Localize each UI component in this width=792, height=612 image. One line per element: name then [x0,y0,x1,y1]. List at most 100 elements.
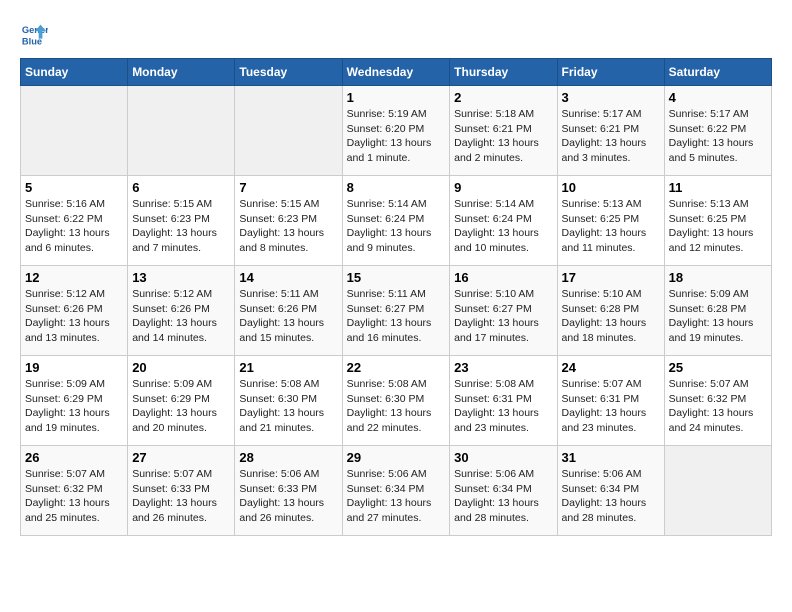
cell-content: Sunrise: 5:10 AMSunset: 6:28 PMDaylight:… [562,287,660,346]
calendar-cell: 12 Sunrise: 5:12 AMSunset: 6:26 PMDayligh… [21,266,128,356]
week-row-2: 5 Sunrise: 5:16 AMSunset: 6:22 PMDaylight… [21,176,772,266]
calendar-cell: 24 Sunrise: 5:07 AMSunset: 6:31 PMDayligh… [557,356,664,446]
cell-content: Sunrise: 5:14 AMSunset: 6:24 PMDaylight:… [454,197,552,256]
cell-content: Sunrise: 5:06 AMSunset: 6:34 PMDaylight:… [454,467,552,526]
day-number: 7 [239,180,337,195]
cell-content: Sunrise: 5:06 AMSunset: 6:33 PMDaylight:… [239,467,337,526]
calendar-cell: 5 Sunrise: 5:16 AMSunset: 6:22 PMDaylight… [21,176,128,266]
calendar-cell: 1Sunrise: 5:19 AMSunset: 6:20 PMDaylight… [342,86,450,176]
day-number: 11 [669,180,767,195]
calendar-cell: 31 Sunrise: 5:06 AMSunset: 6:34 PMDayligh… [557,446,664,536]
cell-content: Sunrise: 5:10 AMSunset: 6:27 PMDaylight:… [454,287,552,346]
day-number: 29 [347,450,446,465]
cell-content: Sunrise: 5:09 AMSunset: 6:28 PMDaylight:… [669,287,767,346]
day-number: 25 [669,360,767,375]
day-number: 3 [562,90,660,105]
day-number: 22 [347,360,446,375]
cell-content: Sunrise: 5:11 AMSunset: 6:26 PMDaylight:… [239,287,337,346]
week-row-5: 26Sunrise: 5:07 AMSunset: 6:32 PMDayligh… [21,446,772,536]
calendar-cell: 16 Sunrise: 5:10 AMSunset: 6:27 PMDayligh… [450,266,557,356]
day-number: 31 [562,450,660,465]
cell-content: Sunrise: 5:12 AMSunset: 6:26 PMDaylight:… [25,287,123,346]
cell-content: Sunrise: 5:06 AMSunset: 6:34 PMDaylight:… [347,467,446,526]
calendar-cell: 9 Sunrise: 5:14 AMSunset: 6:24 PMDaylight… [450,176,557,266]
cell-content: Sunrise: 5:09 AMSunset: 6:29 PMDaylight:… [25,377,123,436]
calendar-cell: 27 Sunrise: 5:07 AMSunset: 6:33 PMDayligh… [128,446,235,536]
calendar-cell: 21Sunrise: 5:08 AMSunset: 6:30 PMDayligh… [235,356,342,446]
calendar-header-row: SundayMondayTuesdayWednesdayThursdayFrid… [21,59,772,86]
day-number: 16 [454,270,552,285]
calendar-cell [128,86,235,176]
calendar-cell [21,86,128,176]
logo-icon: General Blue [20,20,48,48]
day-number: 2 [454,90,552,105]
calendar-cell: 6 Sunrise: 5:15 AMSunset: 6:23 PMDaylight… [128,176,235,266]
calendar-cell: 19 Sunrise: 5:09 AMSunset: 6:29 PMDayligh… [21,356,128,446]
calendar-cell: 25 Sunrise: 5:07 AMSunset: 6:32 PMDayligh… [664,356,771,446]
header-friday: Friday [557,59,664,86]
cell-content: Sunrise: 5:14 AMSunset: 6:24 PMDaylight:… [347,197,446,256]
calendar-table: SundayMondayTuesdayWednesdayThursdayFrid… [20,58,772,536]
cell-content: Sunrise: 5:13 AMSunset: 6:25 PMDaylight:… [562,197,660,256]
week-row-3: 12 Sunrise: 5:12 AMSunset: 6:26 PMDayligh… [21,266,772,356]
header-monday: Monday [128,59,235,86]
calendar-cell: 14 Sunrise: 5:11 AMSunset: 6:26 PMDayligh… [235,266,342,356]
calendar-cell: 15 Sunrise: 5:11 AMSunset: 6:27 PMDayligh… [342,266,450,356]
calendar-cell: 26Sunrise: 5:07 AMSunset: 6:32 PMDayligh… [21,446,128,536]
cell-content: Sunrise: 5:15 AMSunset: 6:23 PMDaylight:… [239,197,337,256]
calendar-cell: 8 Sunrise: 5:14 AMSunset: 6:24 PMDaylight… [342,176,450,266]
cell-content: Sunrise: 5:06 AMSunset: 6:34 PMDaylight:… [562,467,660,526]
cell-content: Sunrise: 5:07 AMSunset: 6:32 PMDaylight:… [669,377,767,436]
cell-content: Sunrise: 5:09 AMSunset: 6:29 PMDaylight:… [132,377,230,436]
cell-content: Sunrise: 5:18 AMSunset: 6:21 PMDaylight:… [454,107,552,166]
cell-content: Sunrise: 5:15 AMSunset: 6:23 PMDaylight:… [132,197,230,256]
day-number: 17 [562,270,660,285]
cell-content: Sunrise: 5:19 AMSunset: 6:20 PMDaylight:… [347,107,446,166]
cell-content: Sunrise: 5:11 AMSunset: 6:27 PMDaylight:… [347,287,446,346]
calendar-cell: 4 Sunrise: 5:17 AMSunset: 6:22 PMDaylight… [664,86,771,176]
calendar-cell: 30 Sunrise: 5:06 AMSunset: 6:34 PMDayligh… [450,446,557,536]
day-number: 30 [454,450,552,465]
logo: General Blue [20,20,52,48]
day-number: 19 [25,360,123,375]
cell-content: Sunrise: 5:17 AMSunset: 6:22 PMDaylight:… [669,107,767,166]
day-number: 20 [132,360,230,375]
day-number: 28 [239,450,337,465]
cell-content: Sunrise: 5:07 AMSunset: 6:31 PMDaylight:… [562,377,660,436]
calendar-cell: 13Sunrise: 5:12 AMSunset: 6:26 PMDayligh… [128,266,235,356]
calendar-cell [664,446,771,536]
cell-content: Sunrise: 5:07 AMSunset: 6:33 PMDaylight:… [132,467,230,526]
calendar-cell: 29 Sunrise: 5:06 AMSunset: 6:34 PMDayligh… [342,446,450,536]
day-number: 15 [347,270,446,285]
day-number: 27 [132,450,230,465]
header-wednesday: Wednesday [342,59,450,86]
day-number: 23 [454,360,552,375]
day-number: 5 [25,180,123,195]
calendar-cell: 20 Sunrise: 5:09 AMSunset: 6:29 PMDayligh… [128,356,235,446]
day-number: 26 [25,450,123,465]
cell-content: Sunrise: 5:17 AMSunset: 6:21 PMDaylight:… [562,107,660,166]
day-number: 9 [454,180,552,195]
header-sunday: Sunday [21,59,128,86]
cell-content: Sunrise: 5:08 AMSunset: 6:30 PMDaylight:… [239,377,337,436]
day-number: 14 [239,270,337,285]
week-row-1: 1Sunrise: 5:19 AMSunset: 6:20 PMDaylight… [21,86,772,176]
day-number: 6 [132,180,230,195]
calendar-cell: 3 Sunrise: 5:17 AMSunset: 6:21 PMDaylight… [557,86,664,176]
day-number: 24 [562,360,660,375]
day-number: 4 [669,90,767,105]
calendar-cell: 17 Sunrise: 5:10 AMSunset: 6:28 PMDayligh… [557,266,664,356]
calendar-cell: 22Sunrise: 5:08 AMSunset: 6:30 PMDayligh… [342,356,450,446]
cell-content: Sunrise: 5:08 AMSunset: 6:31 PMDaylight:… [454,377,552,436]
cell-content: Sunrise: 5:13 AMSunset: 6:25 PMDaylight:… [669,197,767,256]
day-number: 12 [25,270,123,285]
calendar-cell: 2 Sunrise: 5:18 AMSunset: 6:21 PMDaylight… [450,86,557,176]
calendar-cell: 10Sunrise: 5:13 AMSunset: 6:25 PMDayligh… [557,176,664,266]
cell-content: Sunrise: 5:12 AMSunset: 6:26 PMDaylight:… [132,287,230,346]
header-saturday: Saturday [664,59,771,86]
header-tuesday: Tuesday [235,59,342,86]
cell-content: Sunrise: 5:16 AMSunset: 6:22 PMDaylight:… [25,197,123,256]
day-number: 18 [669,270,767,285]
day-number: 8 [347,180,446,195]
calendar-cell [235,86,342,176]
